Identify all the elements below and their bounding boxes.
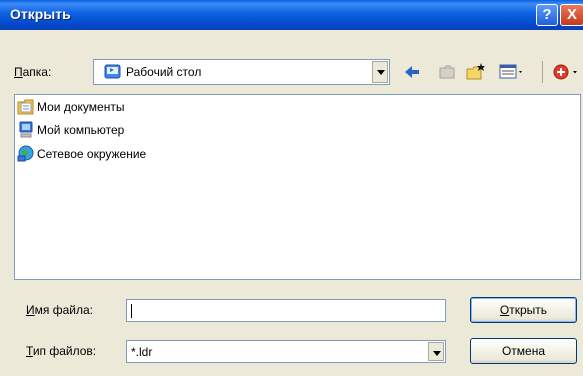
back-icon[interactable] [402, 61, 422, 83]
file-item-label: Сетевое окружение [37, 147, 147, 161]
look-in-combobox[interactable]: Рабочий стол [93, 59, 390, 85]
add-icon[interactable] [551, 61, 583, 83]
file-type-value: *.ldr [131, 345, 153, 359]
file-item-label: Мои документы [37, 100, 125, 114]
window-title: Открыть [10, 6, 71, 22]
file-list[interactable]: Мои документы Мой компьютер Сетевое окру… [14, 94, 581, 280]
look-in-value: Рабочий стол [126, 65, 202, 79]
look-in-dropdown-button[interactable] [372, 61, 388, 83]
help-button[interactable]: ? [536, 4, 558, 26]
toolbar-separator [542, 61, 543, 83]
text-caret [131, 304, 132, 318]
my-documents-icon [17, 99, 34, 115]
file-item-label: Мой компьютер [37, 123, 125, 137]
my-computer-icon [19, 121, 33, 138]
file-name-label: Имя файла: [26, 303, 93, 317]
view-menu-icon[interactable] [498, 61, 526, 83]
desktop-icon [104, 64, 122, 83]
title-bar[interactable]: Открыть ? X [0, 0, 583, 30]
new-folder-icon[interactable] [465, 61, 487, 83]
network-icon [17, 145, 34, 162]
file-type-label: Тип файлов: [26, 344, 97, 358]
cancel-button[interactable]: Отмена [470, 338, 577, 364]
open-dialog: Открыть ? X Папка: Рабочий стол Мои доку… [0, 0, 583, 376]
up-folder-icon[interactable] [437, 61, 457, 83]
file-type-select[interactable]: *.ldr [126, 340, 446, 363]
close-button[interactable]: X [560, 4, 583, 26]
open-button[interactable]: Открыть [470, 297, 577, 323]
look-in-label: Папка: [14, 65, 52, 79]
file-name-input[interactable] [126, 299, 446, 322]
file-type-dropdown-button[interactable] [428, 342, 444, 361]
